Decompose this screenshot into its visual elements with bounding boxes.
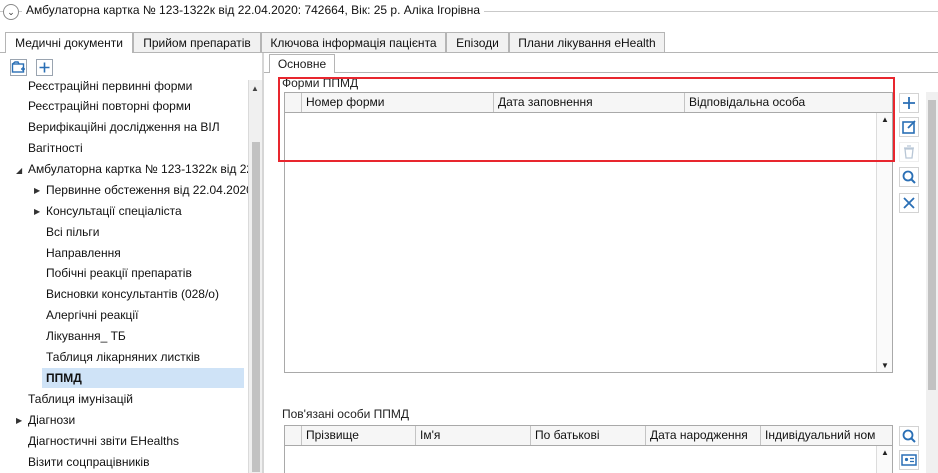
tree-item-ehealth-reports[interactable]: Діагностичні звіти EHealths	[28, 431, 179, 451]
tree-scrollbar[interactable]: ▲	[248, 80, 263, 473]
tree-item-consultant-conclusions[interactable]: Висновки консультантів (028/о)	[46, 284, 219, 304]
tree-item-ambulatory-card[interactable]: Амбулаторна картка № 123-1322к від 22.04…	[28, 159, 262, 179]
tab-key-patient-info[interactable]: Ключова інформація пацієнта	[261, 32, 446, 52]
highlight-box	[278, 77, 895, 162]
tree-item-registration-repeat[interactable]: Реєстраційні повторні форми	[28, 96, 191, 116]
column-patronymic[interactable]: По батькові	[530, 426, 645, 445]
search-form-button[interactable]	[899, 167, 919, 187]
tree-item-diagnoses[interactable]: Діагнози	[28, 410, 75, 430]
collapsed-arrow-icon[interactable]: ▶	[16, 416, 22, 425]
related-grid[interactable]: Прізвище Ім'я По батькові Дата народженн…	[284, 425, 893, 473]
tree-item-immunization-table[interactable]: Таблиця імунізацій	[28, 389, 133, 409]
column-birth-date[interactable]: Дата народження	[645, 426, 760, 445]
tree-item-registration-primary[interactable]: Реєстраційні первинні форми	[28, 80, 192, 96]
document-tree: Реєстраційні первинні форми Реєстраційні…	[0, 80, 262, 473]
related-grid-header: Прізвище Ім'я По батькові Дата народженн…	[285, 426, 892, 446]
close-icon	[903, 197, 915, 209]
column-individual-number[interactable]: Індивідуальний номе	[760, 426, 875, 445]
collapsed-arrow-icon[interactable]: ▶	[34, 186, 40, 195]
tree-item-pregnancies[interactable]: Вагітності	[28, 138, 83, 158]
add-button[interactable]	[36, 59, 53, 76]
search-icon	[902, 429, 916, 443]
edit-icon	[902, 120, 916, 134]
tree-item-specialist-consultations[interactable]: Консультації спеціаліста	[46, 201, 182, 221]
related-grid-scrollbar[interactable]: ▲	[876, 446, 892, 473]
search-icon	[902, 170, 916, 184]
subtab-baseline	[264, 72, 938, 73]
row-indicator-column	[285, 426, 301, 445]
related-section-label: Пов'язані особи ППМД	[282, 407, 410, 421]
tree-item-primary-exam[interactable]: Первинне обстеження від 22.04.2020	[46, 180, 253, 200]
expanded-arrow-icon[interactable]: ◢	[16, 166, 22, 175]
collapse-toggle-icon[interactable]: ⌄	[3, 4, 19, 20]
collapsed-arrow-icon[interactable]: ▶	[34, 207, 40, 216]
delete-form-button[interactable]	[899, 142, 919, 162]
add-folder-button[interactable]	[10, 59, 27, 76]
tree-item-sick-leave-table[interactable]: Таблиця лікарняних листків	[46, 347, 200, 367]
tab-ehealth-plans[interactable]: Плани лікування eHealth	[509, 32, 665, 52]
edit-form-button[interactable]	[899, 117, 919, 137]
scroll-down-icon[interactable]: ▼	[881, 361, 889, 370]
patient-card-title: Амбулаторна картка № 123-1322к від 22.04…	[22, 3, 485, 17]
contact-card-button[interactable]	[899, 450, 919, 470]
tree-item-hiv-verification[interactable]: Верифікаційні дослідження на ВІЛ	[28, 117, 220, 137]
search-related-button[interactable]	[899, 426, 919, 446]
tab-drug-intake[interactable]: Прийом препаратів	[133, 32, 261, 52]
column-first-name[interactable]: Ім'я	[415, 426, 530, 445]
subtab-main[interactable]: Основне	[269, 54, 335, 73]
tab-episodes[interactable]: Епізоди	[446, 32, 509, 52]
add-form-button[interactable]	[899, 93, 919, 113]
plus-icon	[39, 62, 50, 73]
tree-item-allergic-reactions[interactable]: Алергічні реакції	[46, 305, 138, 325]
tree-item-social-worker-visits[interactable]: Візити соцпрацівників	[28, 452, 149, 472]
tree-item-all-benefits[interactable]: Всі пільги	[46, 222, 100, 242]
tree-item-tb-treatment[interactable]: Лікування_ ТБ	[46, 326, 126, 346]
trash-icon	[904, 145, 914, 159]
scroll-up-icon[interactable]: ▲	[881, 448, 889, 457]
tab-medical-documents[interactable]: Медичні документи	[5, 32, 133, 53]
tree-item-adverse-reactions[interactable]: Побічні реакції препаратів	[46, 263, 192, 283]
id-card-icon	[901, 454, 917, 466]
column-surname[interactable]: Прізвище	[301, 426, 415, 445]
tree-scrollbar-thumb[interactable]	[252, 142, 260, 472]
panel-scrollbar[interactable]	[926, 92, 938, 473]
clear-filter-button[interactable]	[899, 193, 919, 213]
scroll-up-icon[interactable]: ▲	[251, 84, 259, 93]
tree-item-ppmd[interactable]: ППМД	[42, 368, 244, 388]
panel-splitter[interactable]	[262, 53, 264, 473]
panel-scrollbar-thumb[interactable]	[928, 100, 936, 390]
plus-icon	[903, 97, 915, 109]
folder-add-icon	[11, 61, 25, 73]
tree-item-referrals[interactable]: Направлення	[46, 243, 121, 263]
